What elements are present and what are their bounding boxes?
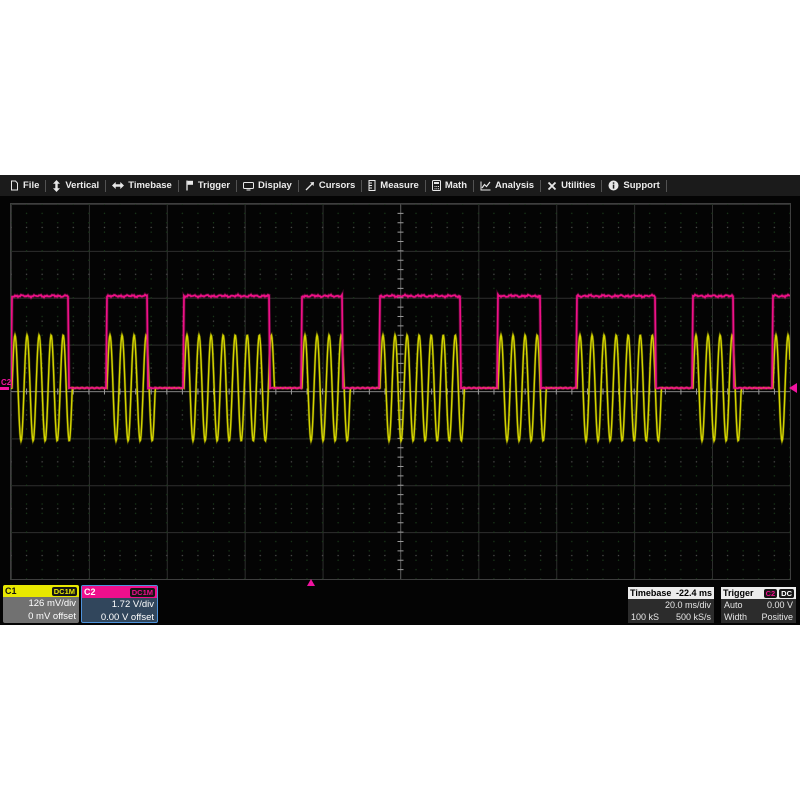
utilities-icon	[547, 181, 557, 191]
cursors-icon	[305, 181, 315, 191]
measure-icon	[368, 180, 376, 191]
file-icon	[10, 180, 19, 191]
menu-item-label: Analysis	[495, 180, 534, 191]
menu-item-label: Support	[623, 180, 659, 191]
menu-item-utilities[interactable]: Utilities	[541, 175, 601, 196]
page: { "menu": {"items":[ {"label":"File","ic…	[0, 0, 800, 800]
menu-item-label: Trigger	[198, 180, 230, 191]
c2-zero-marker-label[interactable]: C2	[1, 378, 11, 387]
c2-label: C2	[84, 587, 96, 597]
timebase-scale: 20.0 ms/div	[665, 599, 711, 611]
menu-item-display[interactable]: Display	[237, 175, 298, 196]
trigger-header: Trigger C2DC	[721, 587, 796, 599]
timebase-delay: -22.4 ms	[676, 588, 712, 598]
c2-offset: 0.00 V offset	[85, 611, 154, 623]
c1-header: C1 DC1M	[3, 585, 79, 597]
trigger-kind: Width	[724, 611, 747, 623]
menu-item-analysis[interactable]: Analysis	[474, 175, 540, 196]
menu-item-label: Timebase	[128, 180, 172, 191]
graticule	[10, 203, 791, 580]
menu-item-file[interactable]: File	[4, 175, 45, 196]
c2-coupling-badge: DC1M	[130, 588, 155, 597]
timebase-samples: 100 kS	[631, 611, 659, 623]
menu-item-timebase[interactable]: Timebase	[106, 175, 178, 196]
c2-body: 1.72 V/div0.00 V offset	[82, 598, 157, 623]
trigger-icon	[185, 180, 194, 191]
timebase-rate: 500 kS/s	[676, 611, 711, 623]
menu-separator	[666, 180, 667, 192]
timebase-title: Timebase	[630, 588, 671, 598]
c2-header: C2 DC1M	[82, 586, 157, 598]
timebase-body: 20.0 ms/div 100 kS 500 kS/s	[628, 599, 714, 623]
trigger-body: Auto 0.00 V Width Positive	[721, 599, 796, 623]
trigger-source-badge: C2	[764, 589, 778, 598]
c1-label: C1	[5, 586, 17, 596]
trigger-descriptor[interactable]: Trigger C2DC Auto 0.00 V Width Positive	[721, 587, 796, 623]
menu-item-trigger[interactable]: Trigger	[179, 175, 236, 196]
c1-coupling-badge: DC1M	[52, 587, 77, 596]
vertical-icon	[52, 180, 61, 192]
waveform-display	[11, 204, 790, 579]
menu-item-vertical[interactable]: Vertical	[46, 175, 105, 196]
display-icon	[243, 181, 254, 191]
support-icon	[608, 180, 619, 191]
menu-item-label: Measure	[380, 180, 419, 191]
trigger-time-marker[interactable]	[307, 579, 315, 586]
menu-item-measure[interactable]: Measure	[362, 175, 425, 196]
menu-item-label: Vertical	[65, 180, 99, 191]
channel-descriptor-c2[interactable]: C2 DC1M 1.72 V/div0.00 V offset	[81, 585, 158, 623]
menu-item-label: Utilities	[561, 180, 595, 191]
menu-item-support[interactable]: Support	[602, 175, 665, 196]
menu-bar: File Vertical Timebase Trigger Display C…	[0, 175, 800, 196]
trigger-level: 0.00 V	[767, 599, 793, 611]
c2-zero-marker[interactable]	[0, 387, 9, 390]
trigger-slope: Positive	[761, 611, 793, 623]
timebase-descriptor[interactable]: Timebase -22.4 ms 20.0 ms/div 100 kS 500 k…	[628, 587, 714, 623]
trigger-level-marker[interactable]	[789, 383, 797, 393]
menu-item-label: Cursors	[319, 180, 355, 191]
menu-item-label: Math	[445, 180, 467, 191]
trigger-mode: Auto	[724, 599, 743, 611]
menu-item-math[interactable]: Math	[426, 175, 473, 196]
menu-item-cursors[interactable]: Cursors	[299, 175, 361, 196]
menu-item-label: Display	[258, 180, 292, 191]
analysis-icon	[480, 181, 491, 191]
c1-offset: 0 mV offset	[6, 610, 76, 623]
timebase-header: Timebase -22.4 ms	[628, 587, 714, 599]
trigger-title: Trigger	[723, 588, 754, 598]
oscilloscope-app: File Vertical Timebase Trigger Display C…	[0, 175, 800, 625]
channel-descriptor-c1[interactable]: C1 DC1M 126 mV/div0 mV offset	[3, 585, 79, 623]
trigger-coupling-badge: DC	[779, 589, 794, 598]
timebase-icon	[112, 181, 124, 190]
math-icon	[432, 180, 441, 191]
c2-scale: 1.72 V/div	[85, 598, 154, 611]
c1-body: 126 mV/div0 mV offset	[3, 597, 79, 623]
menu-item-label: File	[23, 180, 39, 191]
c1-scale: 126 mV/div	[6, 597, 76, 610]
